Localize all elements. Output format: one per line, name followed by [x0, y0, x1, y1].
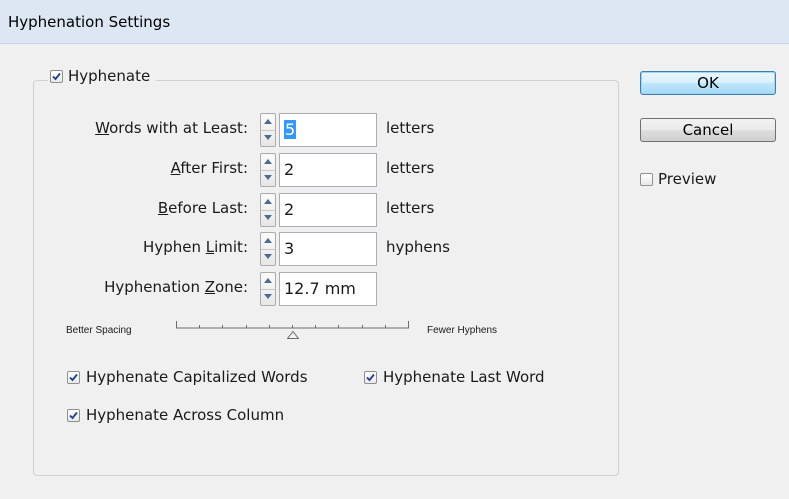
hyphenate-checkbox[interactable] [50, 69, 63, 83]
hyphenate-toggle[interactable]: Hyphenate [48, 65, 157, 87]
slider-right-label: Fewer Hyphens [427, 325, 498, 336]
decrement-button[interactable] [261, 249, 275, 265]
hyphen-limit-unit: hyphens [386, 238, 450, 256]
cancel-button[interactable]: Cancel [640, 118, 776, 142]
after-first-unit: letters [386, 159, 435, 177]
across-column-checkbox[interactable] [67, 408, 80, 422]
preview-label: Preview [658, 170, 717, 188]
before-last-input[interactable]: 2 [279, 193, 377, 227]
arrow-up-icon [264, 119, 272, 124]
increment-button[interactable] [261, 154, 275, 171]
hyphenation-zone-spinner[interactable] [260, 272, 276, 306]
arrow-down-icon [264, 215, 272, 220]
hyphenation-zone-input[interactable]: 12.7 mm [279, 272, 377, 306]
arrow-up-icon [264, 238, 272, 243]
across-column-label: Hyphenate Across Column [86, 406, 285, 424]
arrow-up-icon [264, 159, 272, 164]
words-at-least-value: 5 [284, 120, 297, 139]
slider-thumb[interactable] [286, 331, 299, 339]
after-first-input[interactable]: 2 [279, 153, 377, 187]
preview-checkbox[interactable] [640, 172, 653, 186]
decrement-button[interactable] [261, 210, 275, 226]
arrow-up-icon [264, 199, 272, 204]
capitalized-words-option[interactable]: Hyphenate Capitalized Words [67, 368, 308, 386]
increment-button[interactable] [261, 273, 275, 290]
hyphen-limit-label: Hyphen Limit: [143, 238, 248, 256]
arrow-down-icon [264, 135, 272, 140]
increment-button[interactable] [261, 233, 275, 250]
preview-option[interactable]: Preview [640, 170, 716, 188]
ok-button[interactable]: OK [640, 71, 776, 95]
decrement-button[interactable] [261, 170, 275, 186]
title-bar: Hyphenation Settings [0, 0, 789, 44]
after-first-label: After First: [170, 159, 248, 177]
hyphen-limit-spinner[interactable] [260, 232, 276, 266]
hyphenate-label: Hyphenate [68, 67, 151, 85]
arrow-down-icon [264, 294, 272, 299]
words-at-least-input[interactable]: 5 [279, 113, 377, 147]
increment-button[interactable] [261, 194, 275, 211]
before-last-label: Before Last: [157, 199, 248, 217]
decrement-button[interactable] [261, 130, 275, 146]
check-icon [366, 373, 375, 381]
increment-button[interactable] [261, 114, 275, 131]
across-column-option[interactable]: Hyphenate Across Column [67, 406, 284, 424]
last-word-checkbox[interactable] [364, 370, 377, 384]
words-at-least-spinner[interactable] [260, 113, 276, 147]
capitalized-words-checkbox[interactable] [67, 370, 80, 384]
check-icon [69, 373, 78, 381]
spacing-slider-track[interactable] [176, 321, 409, 329]
after-first-spinner[interactable] [260, 153, 276, 187]
hyphenation-zone-label: Hyphenation Zone: [104, 278, 248, 296]
last-word-option[interactable]: Hyphenate Last Word [364, 368, 545, 386]
slider-left-label: Better Spacing [66, 325, 132, 336]
arrow-up-icon [264, 278, 272, 283]
check-icon [52, 72, 61, 80]
arrow-down-icon [264, 175, 272, 180]
last-word-label: Hyphenate Last Word [383, 368, 545, 386]
arrow-down-icon [264, 254, 272, 259]
words-at-least-unit: letters [386, 119, 435, 137]
capitalized-words-label: Hyphenate Capitalized Words [86, 368, 308, 386]
before-last-spinner[interactable] [260, 193, 276, 227]
decrement-button[interactable] [261, 289, 275, 305]
words-at-least-label: Words with at Least: [95, 119, 248, 137]
check-icon [69, 411, 78, 419]
hyphen-limit-input[interactable]: 3 [279, 232, 377, 266]
before-last-unit: letters [386, 199, 435, 217]
window-title: Hyphenation Settings [8, 13, 171, 31]
